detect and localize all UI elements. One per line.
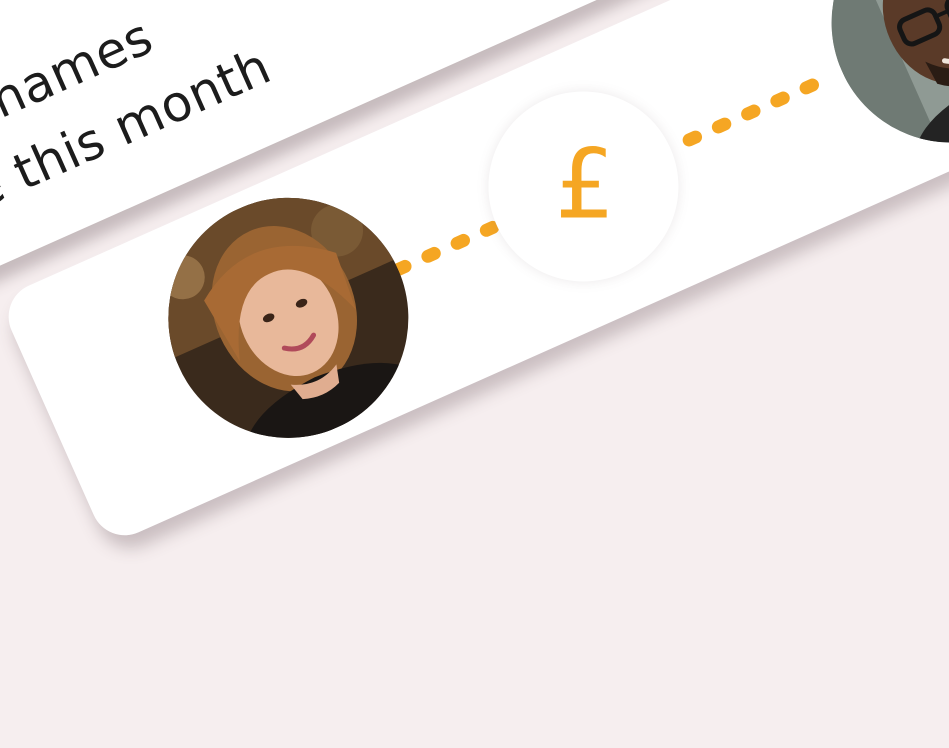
recipient-avatar[interactable] bbox=[793, 0, 949, 181]
app-screen: Your Thames more this month bbox=[0, 0, 949, 748]
connector-dash bbox=[419, 244, 443, 265]
sender-avatar[interactable] bbox=[129, 159, 447, 477]
connector-dash bbox=[768, 89, 792, 110]
pound-sign-icon: £ bbox=[554, 128, 613, 241]
connector-left bbox=[389, 218, 502, 278]
currency-badge: £ bbox=[488, 91, 679, 282]
connector-dash bbox=[797, 76, 821, 97]
man-avatar-photo-icon bbox=[793, 0, 949, 181]
connector-right bbox=[680, 76, 821, 149]
connector-dash bbox=[680, 128, 704, 149]
connector-dash bbox=[448, 231, 472, 252]
connector-dash bbox=[738, 102, 763, 123]
woman-avatar-photo-icon bbox=[129, 159, 447, 477]
connector-dash bbox=[709, 115, 734, 136]
